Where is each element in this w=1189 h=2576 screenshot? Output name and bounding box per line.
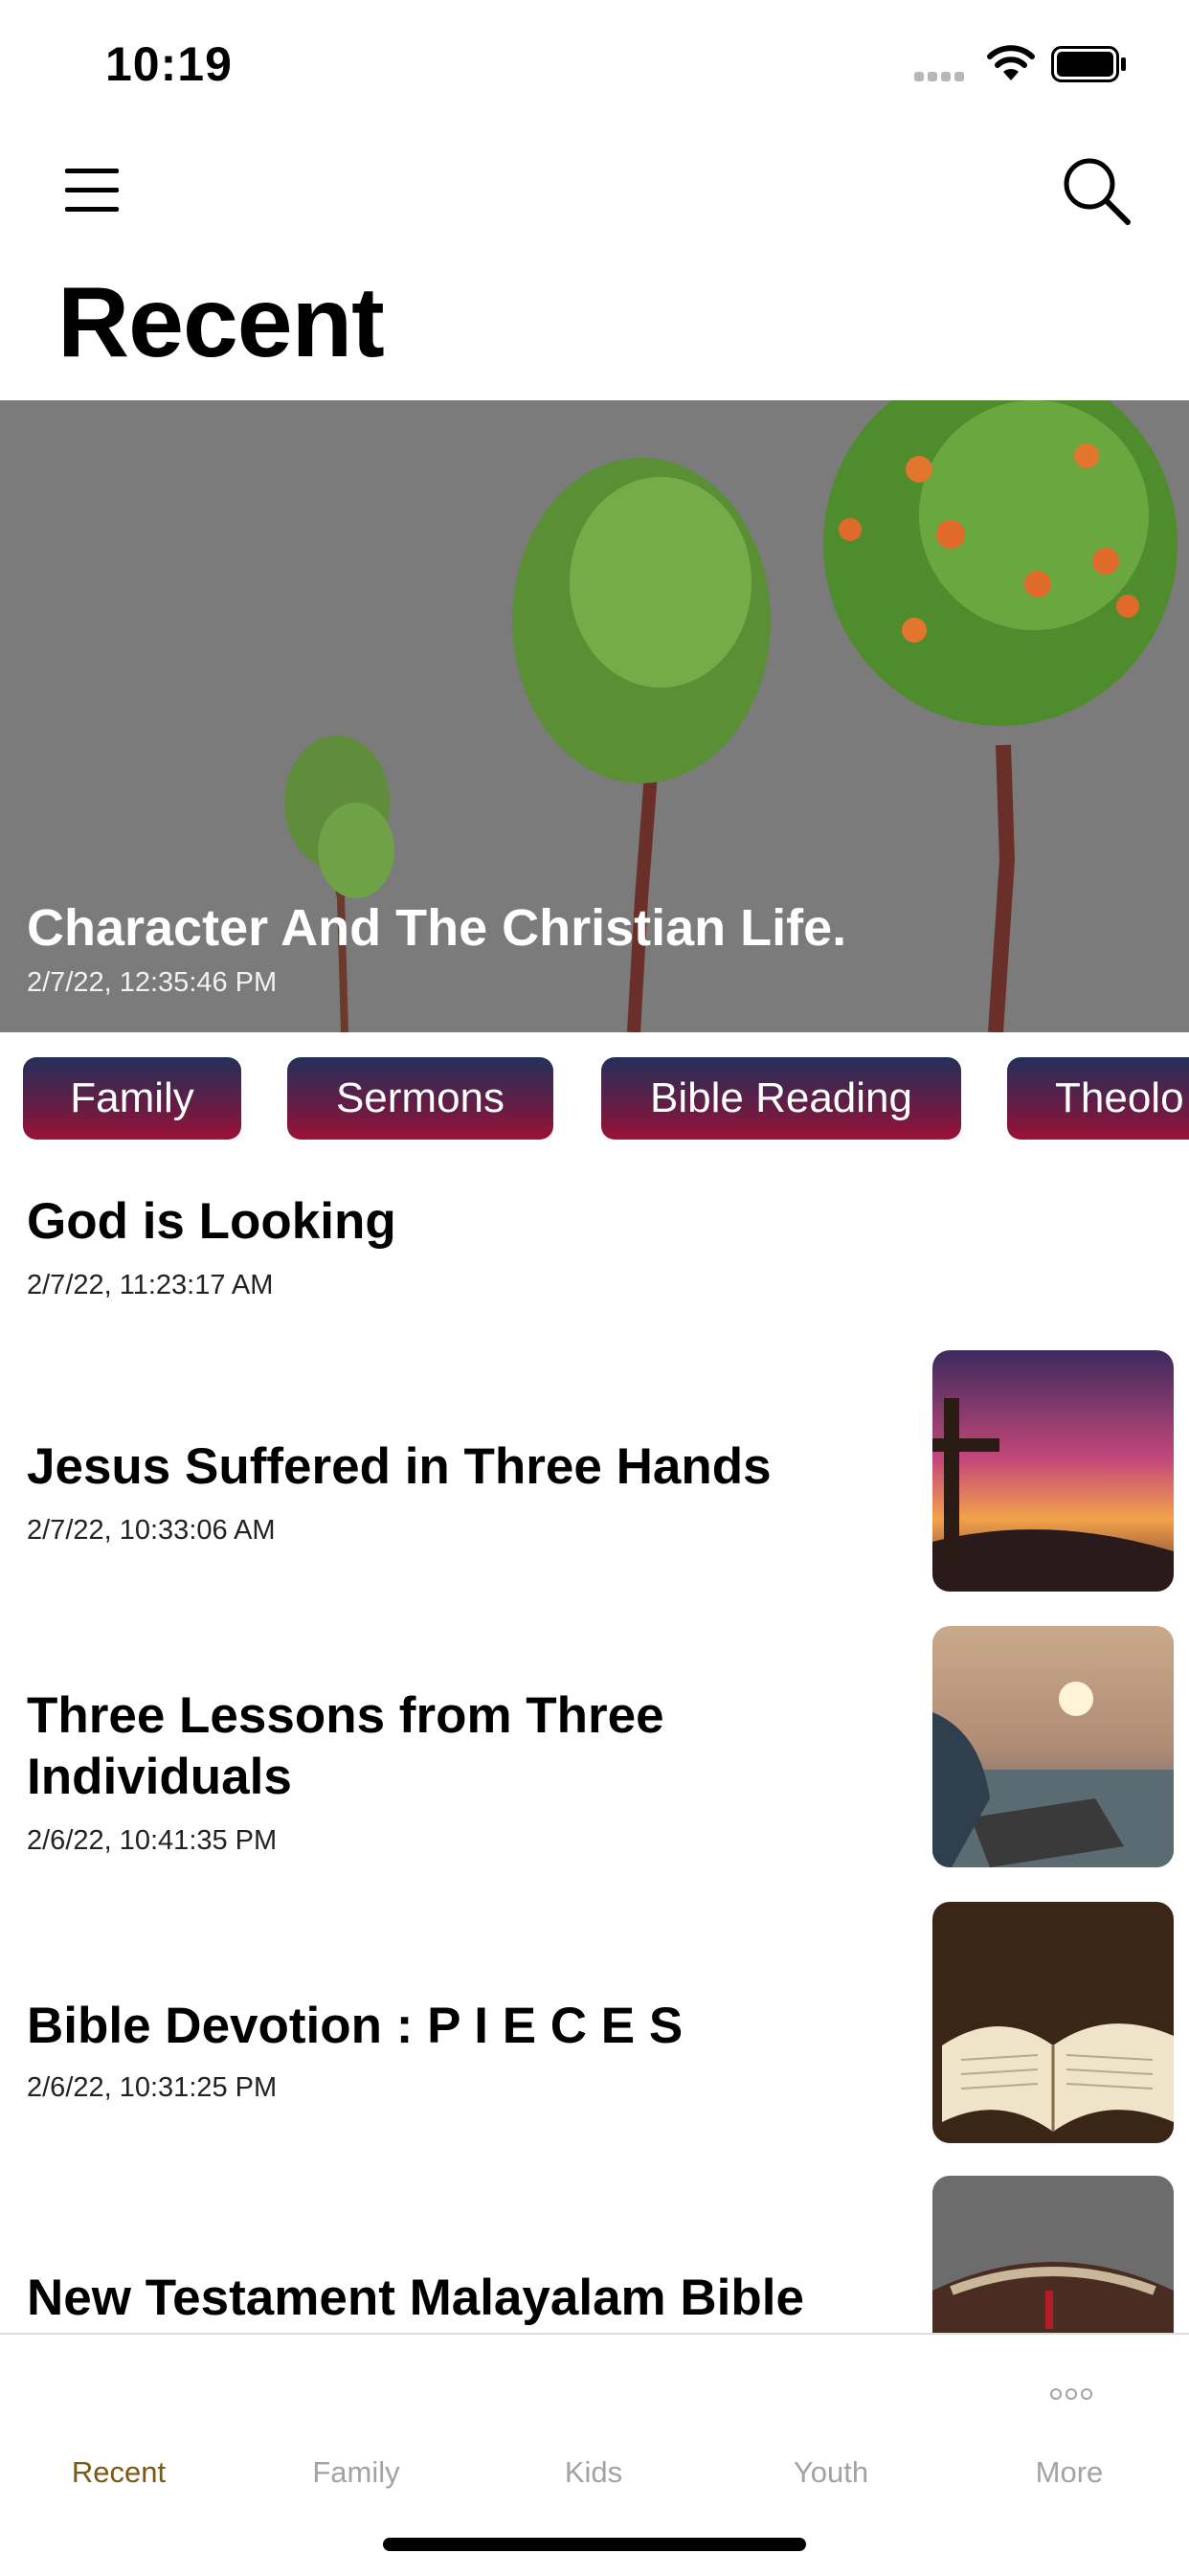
search-icon[interactable] bbox=[1059, 153, 1135, 230]
category-chips: Family Sermons Bible Reading Theolo bbox=[0, 1057, 1189, 1143]
article-thumbnail bbox=[932, 2176, 1174, 2333]
chip-family[interactable]: Family bbox=[23, 1057, 241, 1140]
menu-button[interactable] bbox=[65, 169, 121, 213]
list-item[interactable]: Bible Devotion : P I E C E S 2/6/22, 10:… bbox=[0, 1902, 1189, 2147]
article-date: 2/7/22, 10:33:06 AM bbox=[27, 1515, 276, 1546]
featured-article[interactable]: Character And The Christian Life. 2/7/22… bbox=[0, 400, 1189, 1032]
more-icon[interactable] bbox=[1049, 2386, 1093, 2402]
list-item[interactable]: Jesus Suffered in Three Hands 2/7/22, 10… bbox=[0, 1348, 1189, 1593]
status-time: 10:19 bbox=[105, 37, 233, 91]
page-title: Recent bbox=[57, 267, 385, 378]
tab-youth[interactable]: Youth bbox=[712, 2455, 950, 2490]
article-thumbnail bbox=[932, 1902, 1174, 2143]
battery-icon bbox=[1051, 46, 1126, 82]
featured-article-title: Character And The Christian Life. bbox=[27, 899, 847, 957]
list-item[interactable]: Three Lessons from Three Individuals 2/6… bbox=[0, 1626, 1189, 1871]
home-indicator bbox=[383, 2538, 806, 2551]
tab-more[interactable]: More bbox=[950, 2455, 1189, 2490]
article-date: 2/6/22, 10:31:25 PM bbox=[27, 2072, 278, 2103]
cellular-signal-icon bbox=[914, 69, 968, 86]
article-title: Jesus Suffered in Three Hands bbox=[27, 1438, 772, 1495]
featured-article-date: 2/7/22, 12:35:46 PM bbox=[27, 967, 278, 998]
article-thumbnail bbox=[932, 1626, 1174, 1867]
chip-theology[interactable]: Theolo bbox=[1007, 1057, 1189, 1140]
article-title: New Testament Malayalam Bible bbox=[27, 2270, 804, 2326]
article-date: 2/6/22, 10:41:35 PM bbox=[27, 1825, 278, 1856]
tab-family[interactable]: Family bbox=[237, 2455, 475, 2490]
wifi-icon bbox=[987, 45, 1035, 80]
status-bar: 10:19 bbox=[0, 0, 1189, 124]
tab-recent[interactable]: Recent bbox=[0, 2455, 237, 2490]
tab-kids[interactable]: Kids bbox=[475, 2455, 712, 2490]
chip-sermons[interactable]: Sermons bbox=[287, 1057, 553, 1140]
list-item[interactable]: God is Looking 2/7/22, 11:23:17 AM bbox=[0, 1184, 1189, 1308]
chip-bible-reading[interactable]: Bible Reading bbox=[601, 1057, 961, 1140]
article-title: Three Lessons from Three Individuals bbox=[27, 1687, 664, 1805]
article-thumbnail bbox=[932, 1350, 1174, 1592]
article-date: 2/7/22, 11:23:17 AM bbox=[27, 1270, 274, 1300]
article-title: Bible Devotion : P I E C E S bbox=[27, 1998, 684, 2054]
article-title: God is Looking bbox=[27, 1193, 396, 1250]
list-item[interactable]: New Testament Malayalam Bible bbox=[0, 2176, 1189, 2333]
